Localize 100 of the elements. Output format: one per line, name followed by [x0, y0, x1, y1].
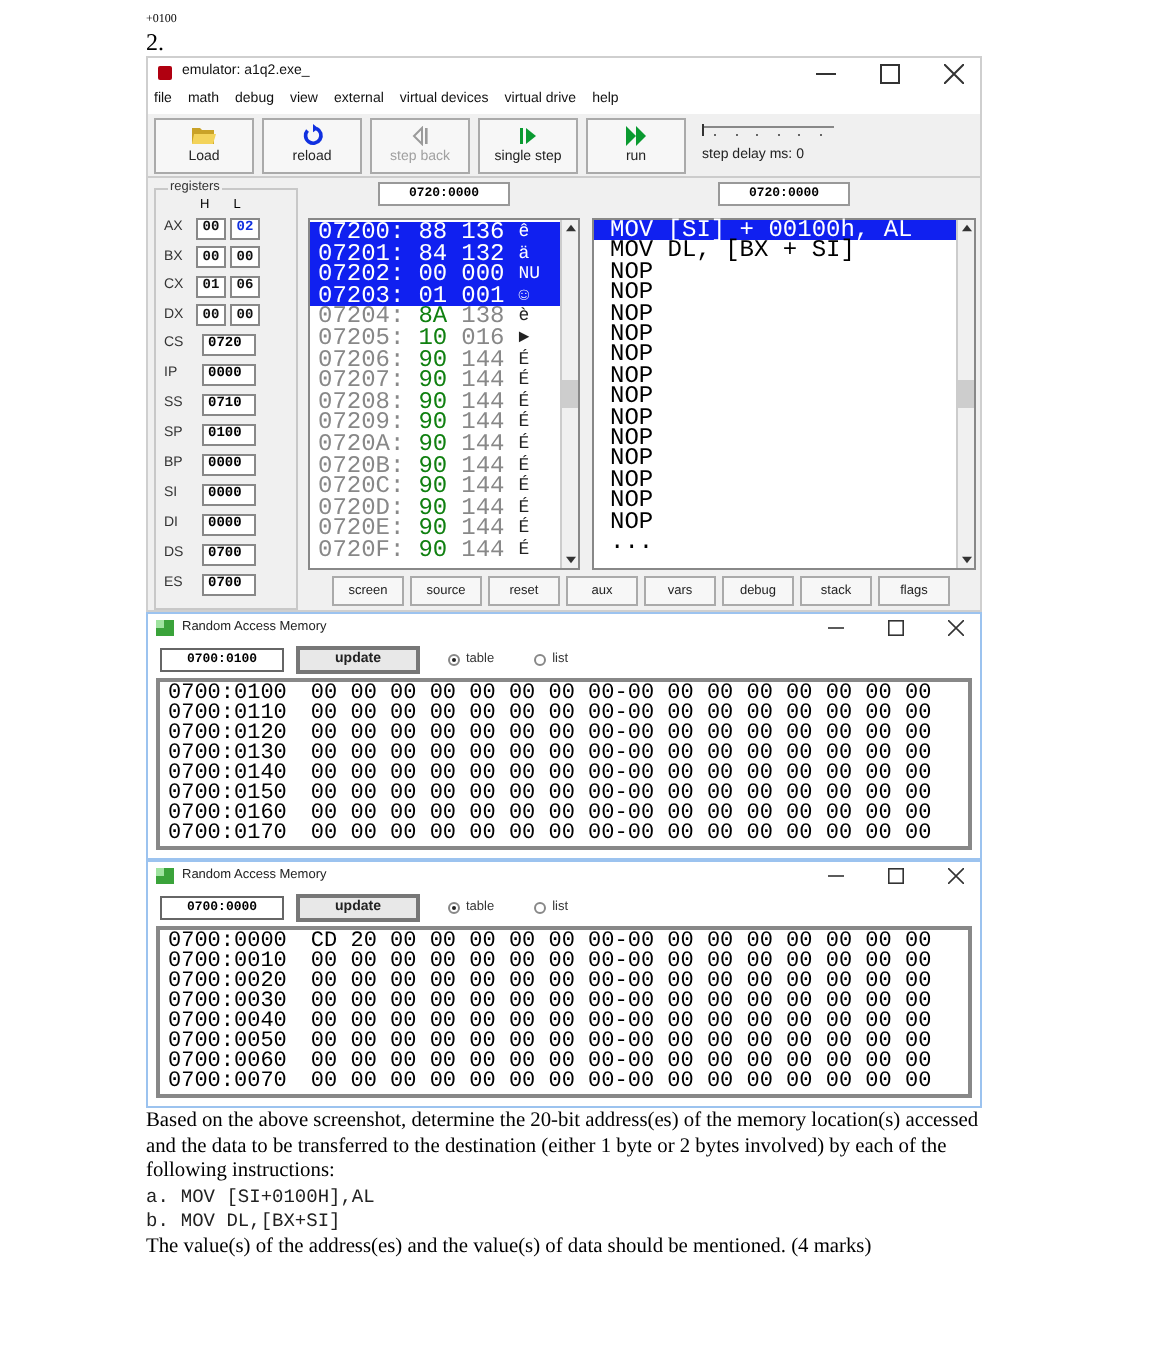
item-label: b.	[146, 1210, 169, 1235]
scroll-down-icon[interactable]	[565, 556, 575, 564]
memory-hex: 90	[418, 497, 448, 519]
memory-address: 07205:	[318, 327, 405, 350]
maximize-icon[interactable]	[880, 63, 900, 83]
instruction-row[interactable]: NOP	[594, 386, 956, 408]
instruction-row[interactable]: MOV DL, [BX + SI]	[594, 240, 956, 262]
close-icon[interactable]	[948, 620, 964, 636]
memory-row[interactable]: 07204: 8A 138 è	[310, 306, 560, 328]
memory-char: É	[518, 349, 530, 370]
memory-hex: 00	[418, 264, 448, 286]
row-address: 0700:0060	[168, 1052, 287, 1072]
memory-hex: 90	[418, 412, 448, 434]
memory-row[interactable]: 0720F: 90 144 É	[310, 539, 560, 561]
radio-button[interactable]	[448, 654, 460, 666]
memory-decimal: 144	[461, 476, 505, 498]
memory-char: É	[518, 370, 530, 391]
memory-char: É	[518, 539, 530, 561]
instruction-row[interactable]: NOP	[594, 428, 956, 449]
memory-hex: 90	[418, 370, 448, 392]
memory-char: ê	[518, 222, 530, 244]
row-address: 0700:0170	[168, 824, 287, 844]
scroll-thumb[interactable]	[958, 380, 974, 408]
row-bytes: 00 00 00 00 00 00 00 00-00 00 00 00 00 00 00 00	[310, 1012, 932, 1032]
memory-hex: 84	[418, 243, 448, 265]
instruction-row[interactable]: NOP	[594, 490, 956, 512]
memory-row[interactable]: 0720D: 90 144 É	[310, 497, 560, 519]
memory-address: 07202:	[318, 264, 405, 286]
memory-address: 0720A:	[318, 433, 405, 456]
memory-row[interactable]: 07208: 90 144 É	[310, 391, 560, 413]
row-address: 0700:0070	[168, 1072, 287, 1092]
instruction-row[interactable]: NOP	[594, 303, 956, 325]
memory-row[interactable]: 07201: 84 132 ä	[310, 243, 560, 265]
scroll-down-icon[interactable]	[961, 556, 971, 564]
row-address: 0700:0050	[168, 1032, 287, 1052]
row-address: 0700:0000	[168, 932, 287, 952]
memory-address: 0720D:	[318, 497, 405, 519]
radio-button[interactable]	[534, 902, 547, 914]
memory-decimal: 000	[461, 264, 505, 286]
folder-icon	[192, 125, 216, 145]
instruction-row[interactable]: ...	[594, 532, 956, 553]
row-bytes: CD 20 00 00 00 00 00 00-00 00 00 00 00 00 00 00	[310, 932, 932, 952]
scroll-thumb[interactable]	[562, 380, 578, 408]
step-back-icon	[410, 125, 430, 145]
scroll-up-icon[interactable]	[565, 224, 575, 232]
memory-char: É	[518, 412, 530, 433]
memory-hex: 01	[418, 285, 448, 307]
memory-char: É	[518, 476, 530, 497]
memory-row[interactable]: 07200: 88 136 ê	[310, 222, 560, 244]
memory-row[interactable]: 0720E: 90 144 É	[310, 518, 560, 540]
maximize-icon[interactable]	[888, 620, 904, 636]
memory-row[interactable]: 07202: 00 000 NU	[310, 264, 560, 286]
app-icon	[156, 868, 174, 884]
memory-char: É	[518, 497, 530, 518]
memory-char: É	[518, 391, 530, 412]
app-icon	[156, 620, 174, 636]
memory-hex: 90	[418, 518, 448, 540]
scrollbar[interactable]	[560, 220, 578, 568]
memory-row[interactable]: 07206: 90 144 É	[310, 349, 560, 371]
step-icon	[518, 125, 538, 145]
row-bytes: 00 00 00 00 00 00 00 00-00 00 00 00 00 00 00 00	[310, 972, 932, 992]
question-note: The value(s) of the address(es) and the value(s) of data should be mentioned. (4 marks)	[146, 1235, 874, 1260]
maximize-icon[interactable]	[888, 868, 904, 884]
memory-decimal: 144	[461, 539, 505, 561]
radio-button[interactable]	[448, 902, 460, 914]
row-address: 0700:0030	[168, 992, 287, 1012]
memory-address: 0720C:	[318, 476, 405, 498]
instruction-row[interactable]: NOP	[594, 344, 956, 366]
row-bytes: 00 00 00 00 00 00 00 00-00 00 00 00 00 00 00 00	[310, 724, 932, 744]
scrollbar[interactable]	[956, 220, 974, 568]
memory-row[interactable]: 07203: 01 001 ☺	[310, 285, 560, 307]
memory-row[interactable]: 07209: 90 144 É	[310, 412, 560, 434]
instruction-row[interactable]: NOP	[594, 407, 956, 429]
memory-char: è	[518, 306, 530, 328]
instruction-row[interactable]: NOP	[594, 324, 956, 345]
memory-decimal: 144	[461, 349, 505, 371]
instruction-row[interactable]: NOP	[594, 448, 956, 470]
row-address: 0700:0040	[168, 1012, 287, 1032]
memory-char: ►	[518, 327, 530, 349]
memory-decimal: 136	[461, 222, 505, 244]
memory-row[interactable]: 07205: 10 016 ►	[310, 327, 560, 350]
instruction-row[interactable]: NOP	[594, 365, 956, 387]
step-delay-slider[interactable]	[702, 123, 834, 140]
instruction-row[interactable]: NOP	[594, 469, 956, 491]
memory-row[interactable]: 0720C: 90 144 É	[310, 476, 560, 498]
instruction-row[interactable]: NOP	[594, 261, 956, 283]
instruction-row[interactable]: NOP	[594, 511, 956, 533]
radio-button[interactable]	[534, 654, 547, 666]
app-icon	[158, 66, 172, 80]
memory-hex: 90	[418, 349, 448, 371]
memory-row[interactable]: 0720B: 90 144 É	[310, 455, 560, 477]
close-icon[interactable]	[944, 63, 964, 83]
instruction-row[interactable]: NOP	[594, 282, 956, 304]
memory-decimal: 144	[461, 412, 505, 434]
memory-decimal: 144	[461, 497, 505, 519]
scroll-up-icon[interactable]	[961, 224, 971, 232]
close-icon[interactable]	[948, 868, 964, 884]
memory-char: ☺	[518, 285, 530, 307]
memory-row[interactable]: 07207: 90 144 É	[310, 370, 560, 392]
memory-row[interactable]: 0720A: 90 144 É	[310, 433, 560, 456]
